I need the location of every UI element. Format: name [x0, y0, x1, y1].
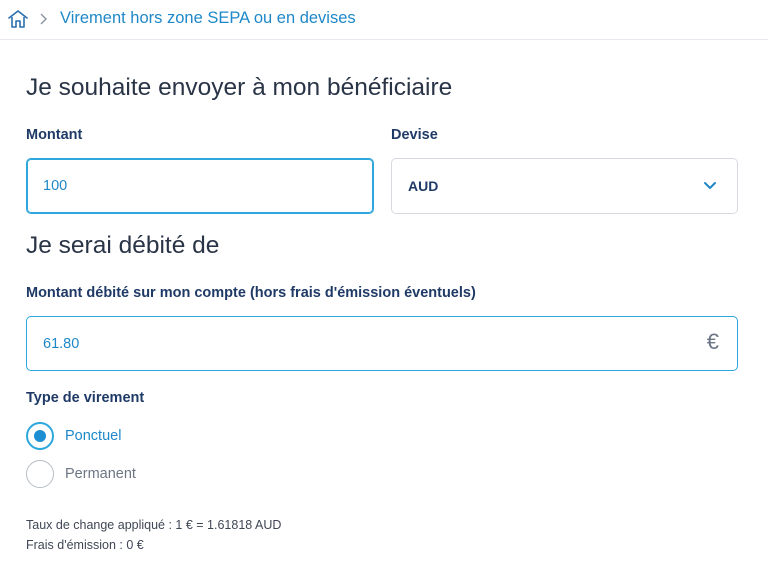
currency-label: Devise — [391, 127, 438, 143]
amount-input[interactable]: 100 — [26, 158, 374, 214]
debit-amount-field[interactable]: 61.80 € — [26, 316, 738, 371]
radio-permanent-label[interactable]: Permanent — [65, 466, 136, 482]
home-icon[interactable] — [6, 8, 30, 30]
exchange-rate-info: Taux de change appliqué : 1 € = 1.61818 … — [26, 518, 282, 532]
chevron-right-icon — [40, 13, 47, 25]
debit-amount-value: 61.80 — [43, 335, 80, 352]
euro-icon: € — [706, 329, 719, 354]
currency-selected: AUD — [408, 178, 439, 194]
section-send-title: Je souhaite envoyer à mon bénéficiaire — [26, 74, 453, 101]
radio-permanent[interactable] — [26, 460, 54, 488]
amount-label: Montant — [26, 127, 83, 143]
transfer-type-label: Type de virement — [26, 390, 145, 406]
radio-ponctuel[interactable] — [26, 422, 54, 450]
section-debit-title: Je serai débité de — [26, 232, 220, 259]
currency-select[interactable]: AUD — [391, 158, 738, 214]
fees-info: Frais d'émission : 0 € — [26, 538, 144, 552]
breadcrumb: Virement hors zone SEPA ou en devises — [0, 0, 768, 40]
amount-value: 100 — [43, 178, 68, 194]
radio-ponctuel-label[interactable]: Ponctuel — [65, 428, 121, 444]
chevron-down-icon — [704, 182, 716, 189]
debit-amount-label: Montant débité sur mon compte (hors frai… — [26, 285, 476, 301]
breadcrumb-current: Virement hors zone SEPA ou en devises — [60, 9, 356, 27]
